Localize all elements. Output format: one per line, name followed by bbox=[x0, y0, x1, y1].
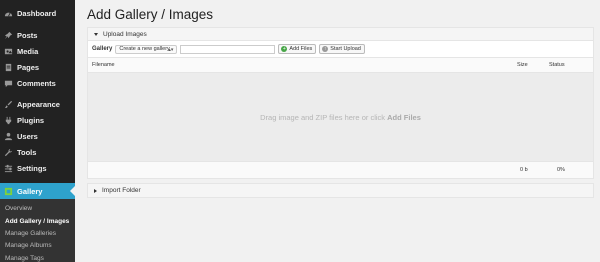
sidebar-item-settings[interactable]: Settings bbox=[0, 161, 75, 176]
expand-arrow-icon bbox=[94, 188, 97, 193]
sidebar-item-label: Gallery bbox=[17, 186, 43, 196]
sidebar-item-label: Comments bbox=[17, 79, 56, 88]
import-folder-panel: Import Folder bbox=[87, 183, 594, 198]
sidebar-item-label: Tools bbox=[17, 148, 37, 157]
sidebar-item-label: Posts bbox=[17, 31, 38, 40]
sidebar-item-users[interactable]: Users bbox=[0, 129, 75, 144]
file-drop-zone[interactable]: Drag image and ZIP files here or click A… bbox=[88, 73, 593, 161]
gallery-submenu: Overview Add Gallery / Images Manage Gal… bbox=[0, 199, 75, 262]
import-folder-panel-header[interactable]: Import Folder bbox=[88, 184, 593, 197]
sidebar-item-comments[interactable]: Comments bbox=[0, 76, 75, 91]
wrench-icon bbox=[4, 148, 13, 157]
media-icon bbox=[4, 47, 13, 56]
pages-icon bbox=[4, 63, 13, 72]
settings-icon bbox=[4, 164, 13, 173]
collapse-arrow-icon bbox=[94, 32, 98, 36]
gallery-select-value: Create a new gallery bbox=[119, 46, 170, 52]
user-icon bbox=[4, 132, 13, 141]
total-status: 0% bbox=[557, 167, 565, 173]
comment-icon bbox=[4, 79, 13, 88]
submenu-item-manage-albums[interactable]: Manage Albums bbox=[5, 242, 52, 249]
column-status: Status bbox=[549, 62, 565, 68]
column-filename: Filename bbox=[92, 62, 115, 68]
select-caret-icon: ▴▾ bbox=[168, 46, 174, 53]
total-size: 0 b bbox=[520, 167, 528, 173]
sidebar-item-appearance[interactable]: Appearance bbox=[0, 97, 75, 112]
add-files-link[interactable]: Add Files bbox=[387, 113, 421, 122]
sidebar-item-label: Media bbox=[17, 47, 39, 56]
panel-title: Upload Images bbox=[103, 30, 147, 38]
sidebar-item-label: Plugins bbox=[17, 116, 45, 125]
upload-images-panel-header[interactable]: Upload Images bbox=[88, 28, 593, 41]
sidebar-item-label: Dashboard bbox=[17, 9, 57, 18]
start-upload-label: Start Upload bbox=[330, 46, 361, 52]
plug-icon bbox=[4, 116, 13, 125]
page-title: Add Gallery / Images bbox=[87, 7, 214, 22]
admin-sidebar: Dashboard Posts Media Pages Comments App… bbox=[0, 0, 75, 262]
new-gallery-name-input[interactable] bbox=[180, 44, 276, 54]
sidebar-item-dashboard[interactable]: Dashboard bbox=[0, 6, 75, 21]
drop-zone-message: Drag image and ZIP files here or click A… bbox=[260, 113, 421, 122]
add-icon: + bbox=[281, 46, 288, 52]
start-upload-button[interactable]: ↑ Start Upload bbox=[319, 44, 365, 54]
sidebar-item-plugins[interactable]: Plugins bbox=[0, 113, 75, 128]
current-menu-arrow bbox=[70, 186, 75, 196]
gallery-icon bbox=[4, 187, 13, 196]
sidebar-item-gallery[interactable]: Gallery bbox=[0, 183, 75, 199]
panel-title: Import Folder bbox=[102, 187, 141, 194]
file-table-header: Filename Size Status bbox=[88, 57, 593, 73]
sidebar-item-tools[interactable]: Tools bbox=[0, 145, 75, 160]
sidebar-item-label: Pages bbox=[17, 63, 40, 72]
submenu-item-manage-galleries[interactable]: Manage Galleries bbox=[5, 230, 56, 237]
submenu-item-overview[interactable]: Overview bbox=[5, 205, 32, 212]
gallery-label: Gallery bbox=[92, 46, 113, 52]
add-files-button[interactable]: + Add Files bbox=[278, 44, 317, 54]
submenu-item-add-gallery-images[interactable]: Add Gallery / Images bbox=[5, 218, 69, 225]
upload-images-panel: Upload Images Gallery Create a new galle… bbox=[87, 27, 594, 179]
submenu-item-manage-tags[interactable]: Manage Tags bbox=[5, 255, 44, 262]
upload-toolbar: Gallery Create a new gallery ▴▾ + Add Fi… bbox=[88, 41, 593, 57]
sidebar-item-label: Appearance bbox=[17, 100, 60, 109]
sidebar-item-label: Users bbox=[17, 132, 38, 141]
file-table-footer: 0 b 0% bbox=[88, 161, 593, 178]
sidebar-item-label: Settings bbox=[17, 164, 47, 173]
add-files-label: Add Files bbox=[289, 46, 313, 52]
drop-message-text: Drag image and ZIP files here or click bbox=[260, 112, 386, 122]
sidebar-item-pages[interactable]: Pages bbox=[0, 60, 75, 75]
sidebar-item-posts[interactable]: Posts bbox=[0, 28, 75, 43]
brush-icon bbox=[4, 100, 13, 109]
gallery-select[interactable]: Create a new gallery ▴▾ bbox=[115, 44, 178, 54]
sidebar-item-media[interactable]: Media bbox=[0, 44, 75, 59]
column-size: Size bbox=[517, 62, 528, 68]
upload-icon: ↑ bbox=[322, 46, 329, 52]
dashboard-icon bbox=[4, 9, 13, 18]
pin-icon bbox=[4, 31, 13, 40]
